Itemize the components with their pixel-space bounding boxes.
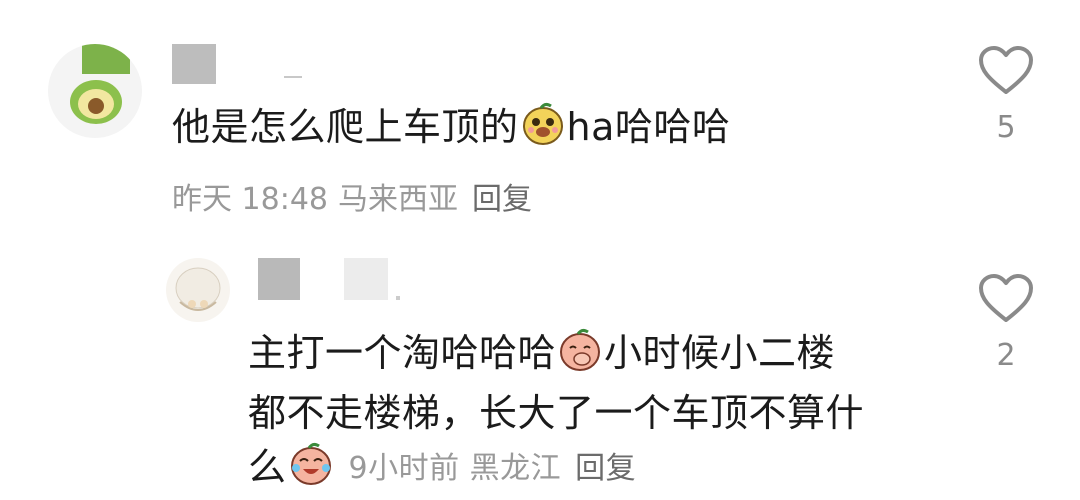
- heart-icon: [979, 46, 1033, 94]
- sketch-avatar-icon: [175, 267, 221, 311]
- comment-1: 他是怎么爬上车顶的 ha哈哈哈 昨天 18:48 马来西亚 回复 5: [0, 0, 1080, 240]
- comment-text: 主打一个淘哈哈哈 小时候小二楼 都不走楼梯，长大了一个车顶不算什 么 9小时前黑…: [248, 326, 948, 500]
- timestamp: 昨天 18:48: [172, 182, 328, 217]
- location: 黑龙江: [469, 451, 562, 486]
- reply-button[interactable]: 回复: [575, 451, 636, 486]
- like-count: 2: [996, 338, 1016, 373]
- comment-text-part: ha哈哈哈: [566, 105, 731, 149]
- comment-text-part: 主打一个淘哈哈哈: [248, 331, 557, 375]
- avatar[interactable]: [166, 258, 230, 322]
- comment-text-part: 他是怎么爬上车顶的: [172, 105, 519, 149]
- comment-line: 主打一个淘哈哈哈 小时候小二楼: [248, 326, 948, 386]
- comment-2: 主打一个淘哈哈哈 小时候小二楼 都不走楼梯，长大了一个车顶不算什 么 9小时前黑…: [0, 240, 1080, 498]
- comment-meta: 9小时前 黑龙江 回复: [349, 451, 637, 486]
- username-redacted[interactable]: [172, 44, 302, 84]
- heart-icon: [979, 274, 1033, 322]
- reply-button[interactable]: 回复: [472, 182, 532, 217]
- avatar[interactable]: [48, 44, 142, 138]
- like-button[interactable]: 2: [976, 274, 1036, 373]
- like-button[interactable]: 5: [976, 46, 1036, 145]
- comment-meta: 昨天 18:48 马来西亚 回复: [172, 174, 532, 218]
- comment-text-part: 么: [248, 445, 287, 489]
- like-count: 5: [996, 110, 1016, 145]
- avocado-avatar-icon: [70, 44, 130, 124]
- comment-text: 他是怎么爬上车顶的 ha哈哈哈: [172, 100, 730, 160]
- peach-laugh-cry-emoji-icon: [289, 442, 333, 500]
- timestamp: 9小时前: [348, 451, 460, 486]
- peach-cover-mouth-emoji-icon: [558, 328, 602, 386]
- location: 马来西亚: [338, 182, 458, 217]
- comment-line: 都不走楼梯，长大了一个车顶不算什: [248, 391, 865, 435]
- comment-text-part: 小时候小二楼: [604, 331, 836, 375]
- mango-doge-emoji-icon: [521, 102, 565, 160]
- comment-line: 么 9小时前 黑龙江 回复: [248, 440, 948, 500]
- username-redacted[interactable]: [258, 258, 400, 300]
